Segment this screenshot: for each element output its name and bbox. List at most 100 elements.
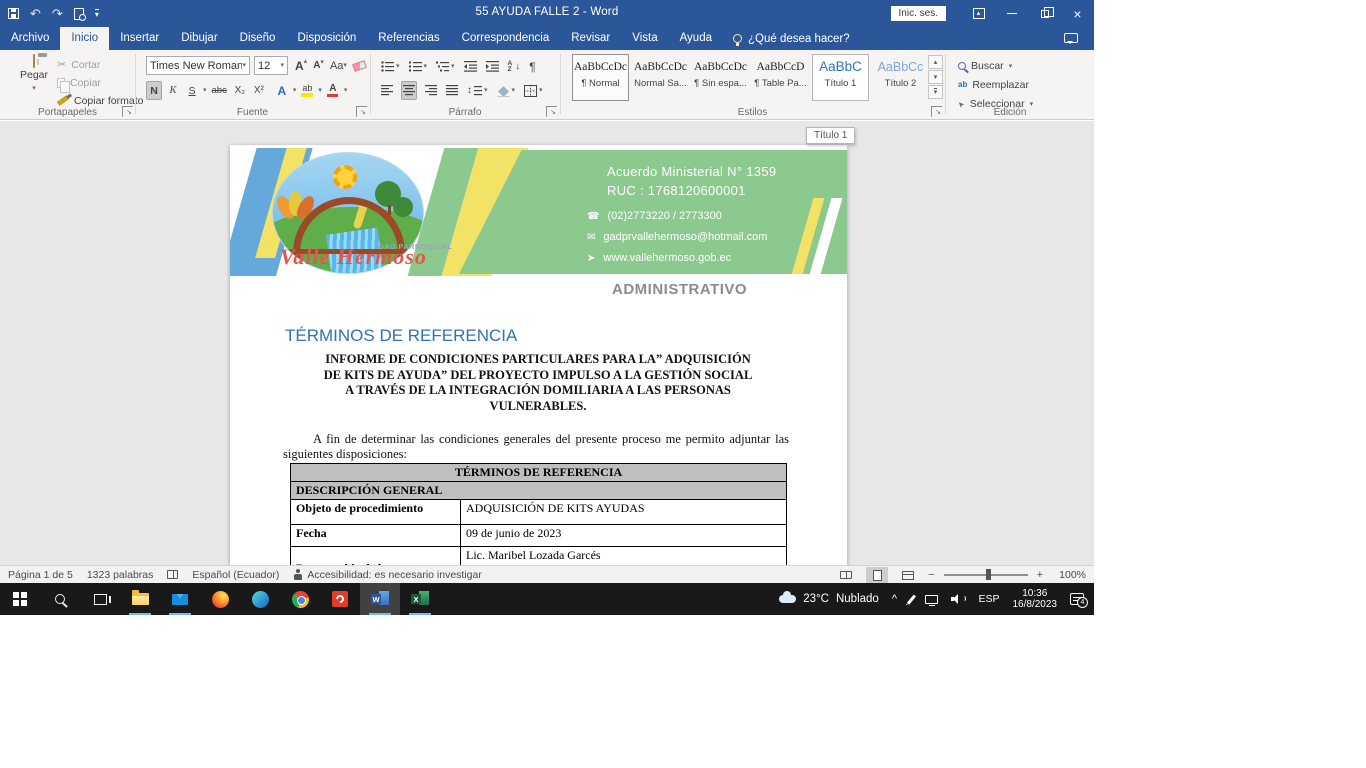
zoom-slider[interactable] xyxy=(944,574,1028,576)
increase-indent-button[interactable] xyxy=(485,57,500,76)
text-effects-button[interactable]: A xyxy=(274,81,290,100)
paste-button[interactable]: Pegar ▾ xyxy=(12,55,56,93)
page-indicator[interactable]: Página 1 de 5 xyxy=(8,569,73,581)
start-button[interactable] xyxy=(0,583,40,615)
tab-disposicion[interactable]: Disposición xyxy=(286,27,367,50)
tab-dibujar[interactable]: Dibujar xyxy=(170,27,228,50)
highlight-caret-icon[interactable]: ▾ xyxy=(318,87,322,94)
font-size-dropdown-icon[interactable]: ▾ xyxy=(280,62,284,69)
styles-scroll-down-button[interactable]: ▾ xyxy=(928,70,943,84)
tab-correspondencia[interactable]: Correspondencia xyxy=(451,27,561,50)
shrink-font-button[interactable]: A▾ xyxy=(310,56,327,75)
accessibility-status[interactable]: Accesibilidad: es necesario investigar xyxy=(293,569,482,581)
comments-icon[interactable] xyxy=(1064,33,1078,43)
pen-icon[interactable] xyxy=(907,594,916,604)
file-explorer-button[interactable] xyxy=(120,583,160,615)
style-normal-sa[interactable]: AaBbCcDcNormal Sa... xyxy=(632,54,689,101)
document-page[interactable]: Acuerdo Ministerial N° 1359 RUC : 176812… xyxy=(230,145,847,565)
tab-vista[interactable]: Vista xyxy=(621,27,668,50)
subscript-button[interactable]: X₂ xyxy=(232,81,248,100)
firefox-button[interactable] xyxy=(200,583,240,615)
excel-taskbar-button[interactable]: X xyxy=(400,583,440,615)
network-icon[interactable] xyxy=(925,595,938,604)
weather-widget[interactable]: 23°C Nublado xyxy=(779,593,879,605)
chrome-button[interactable] xyxy=(280,583,320,615)
style-titulo-2[interactable]: AaBbCcTítulo 2 xyxy=(872,54,929,101)
acrobat-button[interactable] xyxy=(320,583,360,615)
tell-me-box[interactable]: ¿Qué desea hacer? xyxy=(723,27,860,50)
tab-ayuda[interactable]: Ayuda xyxy=(669,27,723,50)
font-name-dropdown-icon[interactable]: ▾ xyxy=(242,62,246,69)
font-dialog-launcher[interactable]: ↘ xyxy=(356,106,367,117)
print-layout-button[interactable] xyxy=(866,567,888,583)
bullet-list-button[interactable]: ▾ xyxy=(380,57,401,76)
zoom-in-button[interactable]: + xyxy=(1037,569,1043,581)
line-spacing-button[interactable]: ↕▾ xyxy=(466,81,489,100)
text-effects-caret-icon[interactable]: ▾ xyxy=(293,87,297,94)
clear-formatting-button[interactable] xyxy=(350,56,369,75)
close-button[interactable]: × xyxy=(1061,0,1094,27)
align-left-button[interactable] xyxy=(380,81,394,100)
align-center-button[interactable] xyxy=(401,81,417,100)
task-view-button[interactable] xyxy=(80,583,120,615)
numbered-list-button[interactable]: ▾ xyxy=(408,57,429,76)
restore-button[interactable] xyxy=(1028,0,1061,27)
paragraph-dialog-launcher[interactable]: ↘ xyxy=(546,106,557,117)
strikethrough-button[interactable]: abc xyxy=(210,81,229,100)
underline-button[interactable]: S xyxy=(184,81,200,100)
styles-more-button[interactable]: ▾ xyxy=(928,85,943,99)
font-name-combo[interactable]: Times New Roman ▾ xyxy=(146,56,250,75)
minimize-button[interactable] xyxy=(995,0,1028,27)
styles-dialog-launcher[interactable]: ↘ xyxy=(931,106,942,117)
replace-button[interactable]: ab Reemplazar xyxy=(958,77,1029,93)
style-normal[interactable]: AaBbCcDc¶ Normal xyxy=(572,54,629,101)
tab-revisar[interactable]: Revisar xyxy=(560,27,621,50)
justify-button[interactable] xyxy=(445,81,459,100)
web-layout-button[interactable] xyxy=(897,567,919,583)
highlight-button[interactable]: ab xyxy=(299,81,315,100)
zoom-level[interactable]: 100% xyxy=(1052,569,1086,581)
tab-archivo[interactable]: Archivo xyxy=(0,27,60,50)
tab-referencias[interactable]: Referencias xyxy=(367,27,450,50)
notification-center-icon[interactable]: 4 xyxy=(1070,593,1084,605)
copy-button[interactable]: Copiar xyxy=(57,75,101,90)
find-button[interactable]: Buscar ▾ xyxy=(958,58,1012,74)
font-size-combo[interactable]: 12 ▾ xyxy=(254,56,288,75)
underline-caret-icon[interactable]: ▾ xyxy=(203,87,207,94)
show-marks-button[interactable]: ¶ xyxy=(528,57,536,76)
bold-button[interactable]: N xyxy=(146,81,162,100)
zoom-out-button[interactable]: − xyxy=(928,569,934,581)
style-titulo-1[interactable]: AaBbCTítulo 1 xyxy=(812,54,869,101)
style-table-paragraph[interactable]: AaBbCcD¶ Table Pa... xyxy=(752,54,809,101)
align-right-button[interactable] xyxy=(424,81,438,100)
keyboard-language[interactable]: ESP xyxy=(978,593,999,605)
clock[interactable]: 10:36 16/8/2023 xyxy=(1013,588,1058,610)
styles-scroll-up-button[interactable]: ▴ xyxy=(928,55,943,69)
multilevel-list-button[interactable]: ▾ xyxy=(435,57,456,76)
cut-button[interactable]: ✂ Cortar xyxy=(57,57,100,72)
document-canvas[interactable]: Acuerdo Ministerial N° 1359 RUC : 176812… xyxy=(0,121,1094,565)
sign-in-button[interactable]: Inic. ses. xyxy=(891,6,946,21)
font-color-caret-icon[interactable]: ▾ xyxy=(344,87,348,94)
tab-inicio[interactable]: Inicio xyxy=(60,27,109,50)
word-taskbar-button[interactable]: W xyxy=(360,583,400,615)
edge-button[interactable] xyxy=(240,583,280,615)
zoom-slider-handle[interactable] xyxy=(986,569,991,580)
grow-font-button[interactable]: A▴ xyxy=(292,56,310,75)
style-sin-espaciado[interactable]: AaBbCcDc¶ Sin espa... xyxy=(692,54,749,101)
tab-diseno[interactable]: Diseño xyxy=(229,27,287,50)
language-indicator[interactable]: Español (Ecuador) xyxy=(192,569,279,581)
change-case-button[interactable]: Aa▾ xyxy=(327,56,350,75)
mail-button[interactable] xyxy=(160,583,200,615)
read-mode-button[interactable] xyxy=(835,567,857,583)
clipboard-dialog-launcher[interactable]: ↘ xyxy=(122,106,133,117)
taskbar-search-button[interactable] xyxy=(40,583,80,615)
shading-button[interactable]: ▾ xyxy=(496,81,517,100)
font-color-button[interactable]: A xyxy=(325,81,341,100)
volume-icon[interactable] xyxy=(951,594,965,604)
tab-insertar[interactable]: Insertar xyxy=(109,27,170,50)
decrease-indent-button[interactable] xyxy=(463,57,478,76)
sort-button[interactable]: AZ↓ xyxy=(507,57,522,76)
superscript-button[interactable]: X² xyxy=(251,81,267,100)
ribbon-display-options-button[interactable]: ▴ xyxy=(962,0,995,27)
